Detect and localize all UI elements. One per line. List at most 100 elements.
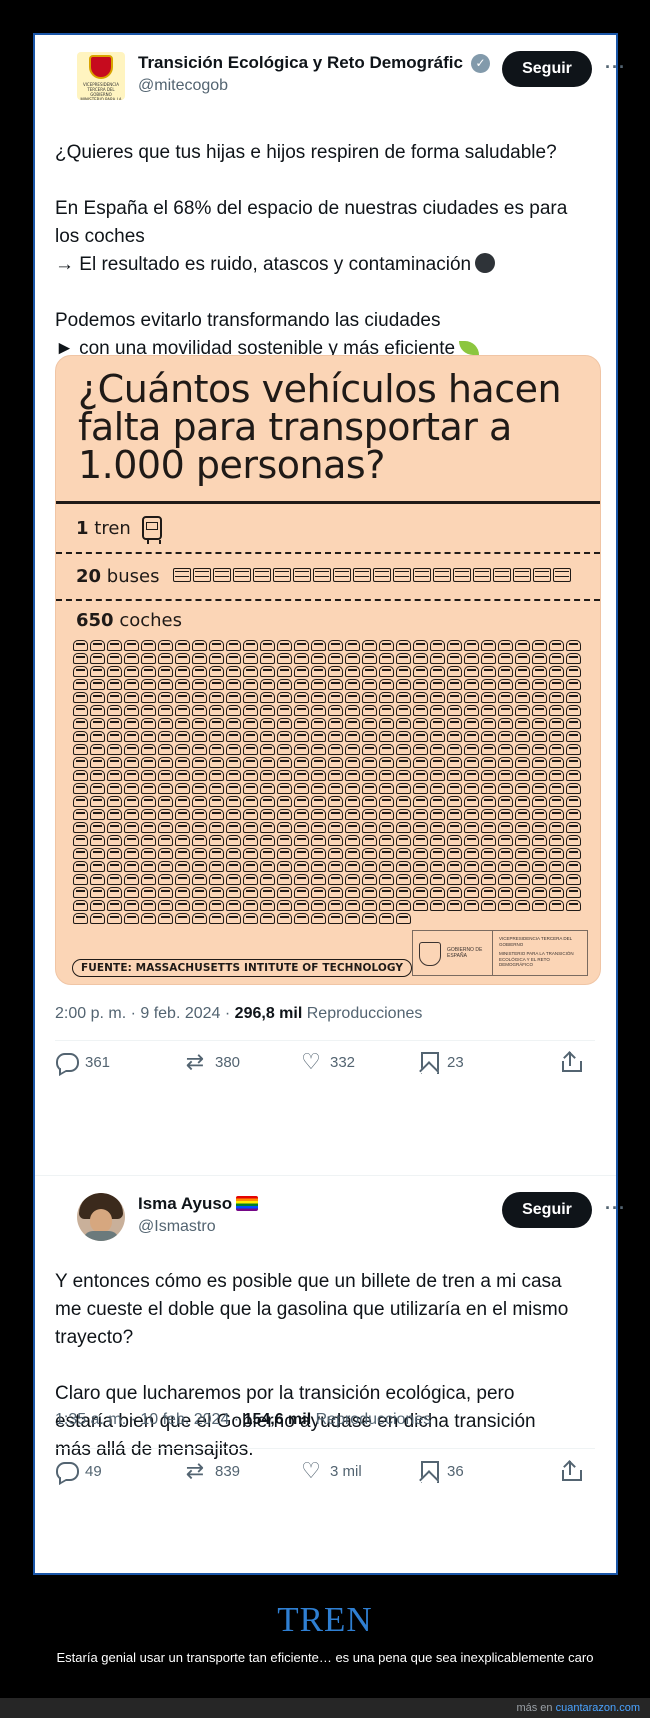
car-icon — [294, 913, 309, 924]
car-icon — [345, 731, 360, 742]
car-icon — [294, 757, 309, 768]
car-icon — [447, 874, 462, 885]
car-icon — [430, 718, 445, 729]
car-icon — [277, 835, 292, 846]
footer-prefix: más en — [516, 1702, 553, 1714]
reply-icon — [55, 1460, 79, 1482]
car-icon — [532, 848, 547, 859]
car-icon — [328, 874, 343, 885]
car-icon — [464, 679, 479, 690]
car-icon — [413, 770, 428, 781]
car-icon — [345, 666, 360, 677]
bookmark-button[interactable]: 23 — [417, 1051, 464, 1074]
car-icon — [277, 809, 292, 820]
car-icon — [158, 692, 173, 703]
car-icon — [260, 874, 275, 885]
avatar[interactable]: VICEPRESIDENCIA TERCERA DEL GOBIERNO MIN… — [77, 52, 125, 100]
car-icon — [175, 757, 190, 768]
car-icon — [158, 718, 173, 729]
car-icon — [430, 887, 445, 898]
bus-label: buses — [106, 566, 160, 587]
share-button[interactable] — [560, 1051, 582, 1073]
more-options-icon[interactable]: ··· — [605, 1198, 626, 1219]
car-icon — [141, 783, 156, 794]
car-icon — [192, 731, 207, 742]
car-icon — [379, 900, 394, 911]
bus-icon — [353, 568, 371, 582]
car-icon — [549, 692, 564, 703]
retweet-button[interactable]: ⇄ 839 — [183, 1460, 240, 1482]
car-icon — [73, 718, 88, 729]
car-icon — [226, 744, 241, 755]
car-icon — [430, 705, 445, 716]
car-icon — [396, 757, 411, 768]
author-handle[interactable]: @mitecogob — [138, 77, 228, 95]
retweet-button[interactable]: ⇄ 380 — [183, 1051, 240, 1073]
tweet-timestamp[interactable]: 2:00 p. m. · 9 feb. 2024 · — [55, 1005, 230, 1022]
car-icon — [277, 692, 292, 703]
car-icon — [260, 653, 275, 664]
car-icon — [413, 718, 428, 729]
author-name[interactable]: Isma Ayuso — [138, 1194, 259, 1214]
car-icon — [566, 653, 581, 664]
like-button[interactable]: ♡ 332 — [300, 1051, 355, 1073]
car-icon — [158, 809, 173, 820]
car-icon — [294, 718, 309, 729]
car-icon — [362, 744, 377, 755]
car-icon — [124, 913, 139, 924]
car-icon — [294, 731, 309, 742]
car-icon — [311, 861, 326, 872]
author-name-text: Isma Ayuso — [138, 1194, 233, 1213]
author-name[interactable]: Transición Ecológica y Reto Demográfic — [138, 53, 463, 73]
car-icon — [90, 705, 105, 716]
car-icon — [107, 640, 122, 651]
car-icon — [175, 770, 190, 781]
car-icon — [515, 744, 530, 755]
follow-button[interactable]: Seguir — [502, 51, 592, 87]
infographic-image[interactable]: ¿Cuántos vehículos hacen falta para tran… — [55, 355, 601, 985]
car-icon — [294, 835, 309, 846]
bookmark-button[interactable]: 36 — [417, 1460, 464, 1483]
car-icon — [90, 718, 105, 729]
car-icon — [175, 679, 190, 690]
car-icon — [328, 718, 343, 729]
car-icon — [498, 744, 513, 755]
car-icon — [464, 705, 479, 716]
car-icon — [549, 770, 564, 781]
car-icon — [464, 874, 479, 885]
car-icon — [175, 835, 190, 846]
share-button[interactable] — [560, 1460, 582, 1482]
site-link[interactable]: cuantarazon.com — [556, 1702, 640, 1714]
reply-button[interactable]: 361 — [55, 1051, 110, 1073]
car-icon — [447, 692, 462, 703]
car-icon — [141, 874, 156, 885]
car-icon — [464, 848, 479, 859]
more-options-icon[interactable]: ··· — [605, 57, 626, 78]
tweet-timestamp[interactable]: 1:35 a. m. · 10 feb. 2024 · — [55, 1411, 239, 1428]
car-icon — [243, 913, 258, 924]
bus-icon — [213, 568, 231, 582]
car-icon — [549, 640, 564, 651]
car-icon — [107, 796, 122, 807]
heart-icon: ♡ — [301, 1049, 321, 1074]
car-icon — [260, 822, 275, 833]
follow-button[interactable]: Seguir — [502, 1192, 592, 1228]
car-icon — [498, 757, 513, 768]
bookmark-icon — [417, 1460, 439, 1483]
car-icon — [209, 913, 224, 924]
car-icon — [481, 770, 496, 781]
avatar[interactable] — [77, 1193, 125, 1241]
car-icon — [107, 848, 122, 859]
author-handle[interactable]: @Ismastro — [138, 1218, 216, 1236]
car-icon — [532, 887, 547, 898]
car-icon — [260, 744, 275, 755]
car-icon — [362, 809, 377, 820]
car-icon — [447, 744, 462, 755]
like-button[interactable]: ♡ 3 mil — [300, 1460, 362, 1482]
car-icon — [498, 783, 513, 794]
reply-button[interactable]: 49 — [55, 1460, 102, 1482]
car-icon — [498, 835, 513, 846]
car-icon — [311, 913, 326, 924]
car-icon — [345, 809, 360, 820]
car-icon — [277, 861, 292, 872]
